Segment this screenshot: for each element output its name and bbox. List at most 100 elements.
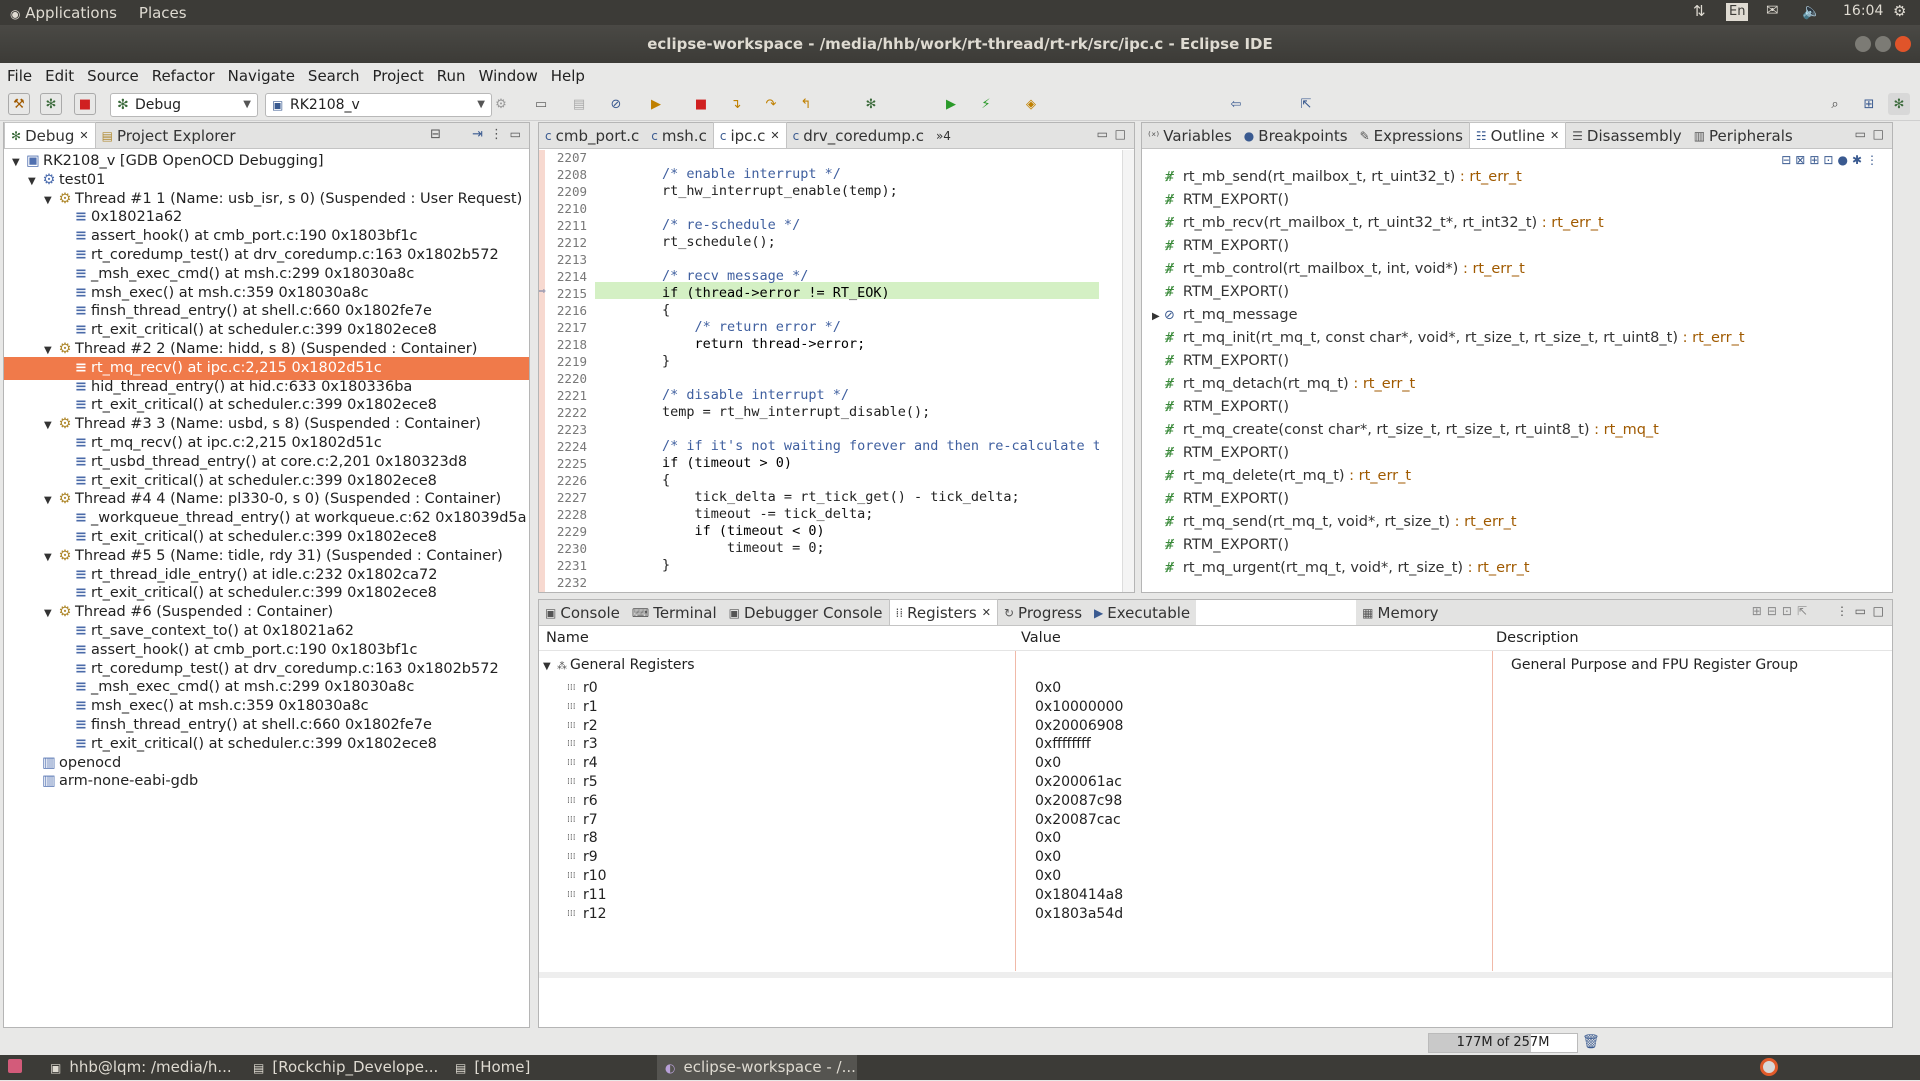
- tab-peripherals[interactable]: ▥ Peripherals: [1688, 123, 1799, 148]
- tab-terminal[interactable]: ⌨ Terminal: [626, 600, 723, 625]
- volume-icon[interactable]: 🔈: [1802, 2, 1821, 20]
- menu-search[interactable]: Search: [308, 67, 360, 85]
- menu-window[interactable]: Window: [479, 67, 538, 85]
- places-menu[interactable]: Places: [139, 4, 187, 22]
- minimize-view-icon[interactable]: ▭: [510, 127, 521, 141]
- outline-item[interactable]: #̸ rt_mq_detach(rt_mq_t) : rt_err_t: [1152, 373, 1415, 396]
- minimize-view-icon[interactable]: ▭: [1855, 127, 1866, 141]
- new-icon[interactable]: ▭: [530, 93, 552, 115]
- menu-edit[interactable]: Edit: [45, 67, 74, 85]
- tab-expressions[interactable]: ✎ Expressions: [1354, 123, 1469, 148]
- menu-help[interactable]: Help: [551, 67, 585, 85]
- tab-progress[interactable]: ↻ Progress: [998, 600, 1088, 625]
- external-tools-icon[interactable]: ⚡: [975, 93, 997, 115]
- tab-variables[interactable]: ⁽ˣ⁾ Variables: [1142, 123, 1238, 148]
- register-value[interactable]: 0x1803a54d: [1035, 903, 1123, 926]
- outline-item[interactable]: #̸ rt_mq_send(rt_mq_t, void*, rt_size_t) …: [1152, 511, 1517, 534]
- debug-perspective-icon[interactable]: ✻: [1888, 93, 1910, 115]
- expand-arrow-icon[interactable]: ▶: [1152, 305, 1164, 328]
- workspace-switcher-icon[interactable]: [1760, 1058, 1778, 1076]
- taskbar-item-rockchip[interactable]: ▤ [Rockchip_Develope...: [253, 1055, 438, 1080]
- garbage-collect-icon[interactable]: 🗑: [1582, 1034, 1600, 1050]
- overview-ruler[interactable]: [1122, 150, 1134, 592]
- taskbar-item-terminal[interactable]: ▣ hhb@lqm: /media/h...: [50, 1055, 232, 1080]
- tab-debug[interactable]: ✻ Debug ✕: [4, 122, 96, 148]
- register-group-row[interactable]: ▼ ⁂ General Registers: [543, 654, 695, 677]
- maximize-view-icon[interactable]: □: [1873, 127, 1884, 141]
- outline-item[interactable]: #̸ rt_mb_send(rt_mailbox_t, rt_uint32_t) …: [1152, 168, 1522, 189]
- menu-navigate[interactable]: Navigate: [228, 67, 295, 85]
- code-editor[interactable]: 2207 2208 /* enable interrupt */ 2209 rt_h…: [539, 150, 1099, 592]
- taskbar-item-eclipse[interactable]: ◐ eclipse-workspace - /...: [657, 1055, 857, 1080]
- column-name[interactable]: Name: [546, 630, 589, 646]
- outline-item[interactable]: #̸ RTM_EXPORT(): [1152, 488, 1289, 511]
- outline-item[interactable]: #̸ rt_mq_create(const char*, rt_size_t, r…: [1152, 419, 1659, 442]
- maximize-button[interactable]: [1875, 36, 1891, 52]
- menu-project[interactable]: Project: [372, 67, 423, 85]
- tab-outline[interactable]: ☷ Outline ✕: [1468, 122, 1567, 148]
- outline-item[interactable]: #̸ rt_mb_recv(rt_mailbox_t, rt_uint32_t*,…: [1152, 212, 1604, 235]
- heap-status[interactable]: 177M of 257M: [1428, 1033, 1578, 1053]
- terminate-icon[interactable]: ■: [74, 93, 96, 115]
- open-perspective-icon[interactable]: ⊞: [1858, 93, 1880, 115]
- tab-disassembly[interactable]: ☰ Disassembly: [1566, 123, 1688, 148]
- step-filter-icon[interactable]: ⇥: [472, 127, 483, 142]
- stop-icon[interactable]: ■: [690, 93, 712, 115]
- column-description[interactable]: Description: [1496, 630, 1579, 646]
- mail-icon[interactable]: ✉: [1766, 1, 1779, 19]
- outline-item[interactable]: #̸ rt_mb_control(rt_mailbox_t, int, void*…: [1152, 258, 1525, 281]
- close-icon[interactable]: ✕: [1550, 129, 1559, 142]
- outline-item[interactable]: #̸ RTM_EXPORT(): [1152, 534, 1289, 557]
- close-icon[interactable]: ✕: [770, 129, 779, 142]
- outline-item[interactable]: #̸ rt_mq_delete(rt_mq_t) : rt_err_t: [1152, 465, 1411, 488]
- tab-project-explorer[interactable]: ▤ Project Explorer: [96, 123, 242, 148]
- outline-item[interactable]: #̸ rt_mq_init(rt_mq_t, const char*, void*…: [1152, 327, 1745, 350]
- menu-refactor[interactable]: Refactor: [152, 67, 215, 85]
- collapse-all-icon[interactable]: ⊟: [430, 127, 441, 142]
- minimize-view-icon[interactable]: ▭: [1097, 127, 1108, 141]
- outline-item[interactable]: #̸ rt_mq_urgent(rt_mq_t, void*, rt_size_t…: [1152, 557, 1530, 580]
- expand-arrow-icon[interactable]: ▼: [543, 655, 557, 678]
- outline-item[interactable]: ▶ ⊘ rt_mq_message: [1152, 304, 1298, 327]
- outline-item[interactable]: #̸ RTM_EXPORT(): [1152, 189, 1289, 212]
- outline-item[interactable]: #̸ RTM_EXPORT(): [1152, 235, 1289, 258]
- save-icon[interactable]: ▤: [568, 93, 590, 115]
- hammer-icon[interactable]: ⚒: [8, 93, 30, 115]
- outline-item[interactable]: #̸ RTM_EXPORT(): [1152, 281, 1289, 304]
- tab-console[interactable]: ▣ Console: [539, 600, 626, 625]
- step-over-icon[interactable]: ↷: [760, 93, 782, 115]
- tab-registers[interactable]: ⁞⁞ Registers ✕: [888, 599, 998, 625]
- menu-source[interactable]: Source: [87, 67, 139, 85]
- view-menu-icon[interactable]: ⋮: [1836, 604, 1848, 618]
- skip-breakpoints-icon[interactable]: ⊘: [605, 93, 627, 115]
- view-menu-icon[interactable]: ⋮: [490, 127, 503, 142]
- pin-editor-icon[interactable]: ⇱: [1295, 93, 1317, 115]
- tab-drv-coredump[interactable]: c drv_coredump.c: [787, 123, 930, 148]
- step-into-icon[interactable]: ↴: [725, 93, 747, 115]
- clock[interactable]: 16:04: [1843, 3, 1883, 19]
- launch-settings-gear-icon[interactable]: ⚙: [490, 93, 512, 115]
- tab-executable[interactable]: ▶ Executable: [1088, 600, 1196, 625]
- registers-toolbar[interactable]: ⊞⊟⊡⇱: [1752, 604, 1812, 618]
- menu-run[interactable]: Run: [437, 67, 466, 85]
- close-icon[interactable]: ✕: [79, 129, 88, 142]
- outline-item[interactable]: #̸ RTM_EXPORT(): [1152, 350, 1289, 373]
- column-value[interactable]: Value: [1021, 630, 1061, 646]
- register-row[interactable]: ⁞⁞⁞ r12 0x1803a54d: [539, 903, 1892, 926]
- debug-bug-icon[interactable]: ✻: [40, 93, 62, 115]
- minimize-view-icon[interactable]: ▭: [1855, 604, 1866, 618]
- power-icon[interactable]: ⚙: [1893, 2, 1906, 20]
- tab-cmb-port[interactable]: c cmb_port.c: [539, 123, 645, 148]
- taskbar-item-home[interactable]: ▤ [Home]: [455, 1055, 530, 1080]
- horizontal-scrollbar[interactable]: [539, 972, 1892, 978]
- run-icon[interactable]: ▶: [940, 93, 962, 115]
- minimize-button[interactable]: [1855, 36, 1871, 52]
- close-icon[interactable]: ✕: [982, 606, 991, 619]
- keyboard-layout[interactable]: En: [1726, 3, 1749, 21]
- debug-tree-row[interactable]: ▥ arm-none-eabi-gdb: [4, 770, 529, 793]
- launch-config-combo[interactable]: ▣ RK2108_v ▼: [265, 93, 492, 117]
- resume-icon[interactable]: ▶: [645, 93, 667, 115]
- tab-debugger-console[interactable]: ▣ Debugger Console: [723, 600, 889, 625]
- open-type-icon[interactable]: ◈: [1020, 93, 1042, 115]
- menu-file[interactable]: File: [7, 67, 32, 85]
